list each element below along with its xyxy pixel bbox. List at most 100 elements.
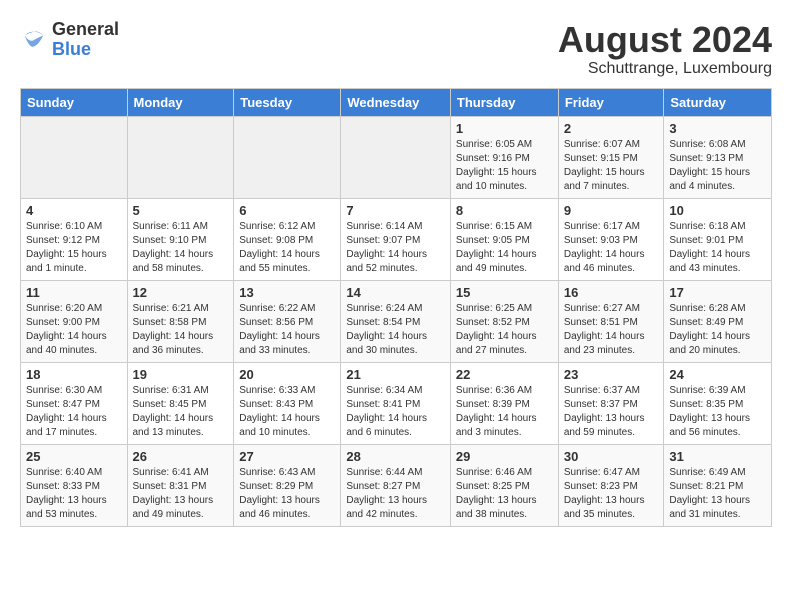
day-info: Sunrise: 6:10 AM Sunset: 9:12 PM Dayligh… <box>26 220 122 276</box>
week-row-1: 4Sunrise: 6:10 AM Sunset: 9:12 PM Daylig… <box>21 198 772 280</box>
day-info: Sunrise: 6:25 AM Sunset: 8:52 PM Dayligh… <box>456 302 553 358</box>
header-wednesday: Wednesday <box>341 88 451 116</box>
day-info: Sunrise: 6:40 AM Sunset: 8:33 PM Dayligh… <box>26 466 122 522</box>
day-number: 6 <box>239 203 335 218</box>
day-info: Sunrise: 6:17 AM Sunset: 9:03 PM Dayligh… <box>564 220 659 276</box>
day-cell: 19 Sunrise: 6:31 AM Sunset: 8:45 PM Dayli… <box>127 362 234 444</box>
day-cell: 8 Sunrise: 6:15 AM Sunset: 9:05 PM Daylig… <box>450 198 558 280</box>
day-number: 5 <box>133 203 229 218</box>
day-cell: 14 Sunrise: 6:24 AM Sunset: 8:54 PM Dayli… <box>341 280 451 362</box>
header-friday: Friday <box>558 88 664 116</box>
day-number: 16 <box>564 285 659 300</box>
day-number: 22 <box>456 367 553 382</box>
day-cell: 28 Sunrise: 6:44 AM Sunset: 8:27 PM Dayli… <box>341 444 451 526</box>
day-number: 25 <box>26 449 122 464</box>
day-number: 12 <box>133 285 229 300</box>
day-info: Sunrise: 6:47 AM Sunset: 8:23 PM Dayligh… <box>564 466 659 522</box>
day-info: Sunrise: 6:39 AM Sunset: 8:35 PM Dayligh… <box>669 384 766 440</box>
title-section: August 2024 Schuttrange, Luxembourg <box>558 20 772 78</box>
day-number: 18 <box>26 367 122 382</box>
day-info: Sunrise: 6:22 AM Sunset: 8:56 PM Dayligh… <box>239 302 335 358</box>
logo-blue: Blue <box>52 40 119 60</box>
day-number: 23 <box>564 367 659 382</box>
day-cell: 17Sunrise: 6:28 AM Sunset: 8:49 PM Dayli… <box>664 280 772 362</box>
page-header: General Blue August 2024 Schuttrange, Lu… <box>20 20 772 78</box>
day-info: Sunrise: 6:34 AM Sunset: 8:41 PM Dayligh… <box>346 384 445 440</box>
day-cell: 20Sunrise: 6:33 AM Sunset: 8:43 PM Dayli… <box>234 362 341 444</box>
header-sunday: Sunday <box>21 88 128 116</box>
day-cell: 9 Sunrise: 6:17 AM Sunset: 9:03 PM Daylig… <box>558 198 664 280</box>
day-cell <box>341 116 451 198</box>
day-cell: 7 Sunrise: 6:14 AM Sunset: 9:07 PM Daylig… <box>341 198 451 280</box>
day-cell <box>234 116 341 198</box>
day-number: 7 <box>346 203 445 218</box>
day-cell: 3 Sunrise: 6:08 AM Sunset: 9:13 PM Daylig… <box>664 116 772 198</box>
header-thursday: Thursday <box>450 88 558 116</box>
day-info: Sunrise: 6:07 AM Sunset: 9:15 PM Dayligh… <box>564 138 659 194</box>
day-info: Sunrise: 6:08 AM Sunset: 9:13 PM Dayligh… <box>669 138 766 194</box>
day-cell: 21 Sunrise: 6:34 AM Sunset: 8:41 PM Dayli… <box>341 362 451 444</box>
day-number: 21 <box>346 367 445 382</box>
day-number: 31 <box>669 449 766 464</box>
day-info: Sunrise: 6:49 AM Sunset: 8:21 PM Dayligh… <box>669 466 766 522</box>
day-number: 17 <box>669 285 766 300</box>
day-number: 15 <box>456 285 553 300</box>
day-number: 14 <box>346 285 445 300</box>
day-info: Sunrise: 6:18 AM Sunset: 9:01 PM Dayligh… <box>669 220 766 276</box>
day-number: 26 <box>133 449 229 464</box>
day-info: Sunrise: 6:27 AM Sunset: 8:51 PM Dayligh… <box>564 302 659 358</box>
day-cell: 23 Sunrise: 6:37 AM Sunset: 8:37 PM Dayli… <box>558 362 664 444</box>
calendar-table: Sunday Monday Tuesday Wednesday Thursday… <box>20 88 772 527</box>
day-number: 3 <box>669 121 766 136</box>
day-number: 10 <box>669 203 766 218</box>
day-info: Sunrise: 6:21 AM Sunset: 8:58 PM Dayligh… <box>133 302 229 358</box>
week-row-3: 18 Sunrise: 6:30 AM Sunset: 8:47 PM Dayli… <box>21 362 772 444</box>
day-number: 20 <box>239 367 335 382</box>
header-row: Sunday Monday Tuesday Wednesday Thursday… <box>21 88 772 116</box>
day-info: Sunrise: 6:44 AM Sunset: 8:27 PM Dayligh… <box>346 466 445 522</box>
day-number: 27 <box>239 449 335 464</box>
day-cell: 16 Sunrise: 6:27 AM Sunset: 8:51 PM Dayli… <box>558 280 664 362</box>
day-cell: 15 Sunrise: 6:25 AM Sunset: 8:52 PM Dayli… <box>450 280 558 362</box>
day-number: 9 <box>564 203 659 218</box>
logo: General Blue <box>20 20 119 60</box>
day-cell: 18 Sunrise: 6:30 AM Sunset: 8:47 PM Dayli… <box>21 362 128 444</box>
day-cell: 1 Sunrise: 6:05 AM Sunset: 9:16 PM Daylig… <box>450 116 558 198</box>
day-number: 1 <box>456 121 553 136</box>
day-number: 28 <box>346 449 445 464</box>
day-info: Sunrise: 6:20 AM Sunset: 9:00 PM Dayligh… <box>26 302 122 358</box>
day-number: 8 <box>456 203 553 218</box>
week-row-4: 25 Sunrise: 6:40 AM Sunset: 8:33 PM Dayli… <box>21 444 772 526</box>
day-info: Sunrise: 6:31 AM Sunset: 8:45 PM Dayligh… <box>133 384 229 440</box>
day-info: Sunrise: 6:30 AM Sunset: 8:47 PM Dayligh… <box>26 384 122 440</box>
month-title: August 2024 <box>558 20 772 60</box>
day-info: Sunrise: 6:41 AM Sunset: 8:31 PM Dayligh… <box>133 466 229 522</box>
day-cell: 11Sunrise: 6:20 AM Sunset: 9:00 PM Dayli… <box>21 280 128 362</box>
day-cell: 26 Sunrise: 6:41 AM Sunset: 8:31 PM Dayli… <box>127 444 234 526</box>
logo-text: General Blue <box>52 20 119 60</box>
day-cell: 29Sunrise: 6:46 AM Sunset: 8:25 PM Dayli… <box>450 444 558 526</box>
day-cell: 2Sunrise: 6:07 AM Sunset: 9:15 PM Daylig… <box>558 116 664 198</box>
day-cell: 10 Sunrise: 6:18 AM Sunset: 9:01 PM Dayli… <box>664 198 772 280</box>
day-info: Sunrise: 6:12 AM Sunset: 9:08 PM Dayligh… <box>239 220 335 276</box>
day-info: Sunrise: 6:15 AM Sunset: 9:05 PM Dayligh… <box>456 220 553 276</box>
day-info: Sunrise: 6:24 AM Sunset: 8:54 PM Dayligh… <box>346 302 445 358</box>
day-info: Sunrise: 6:37 AM Sunset: 8:37 PM Dayligh… <box>564 384 659 440</box>
week-row-0: 1 Sunrise: 6:05 AM Sunset: 9:16 PM Daylig… <box>21 116 772 198</box>
logo-icon <box>20 26 48 54</box>
day-info: Sunrise: 6:14 AM Sunset: 9:07 PM Dayligh… <box>346 220 445 276</box>
calendar-header: Sunday Monday Tuesday Wednesday Thursday… <box>21 88 772 116</box>
day-cell: 13 Sunrise: 6:22 AM Sunset: 8:56 PM Dayli… <box>234 280 341 362</box>
day-info: Sunrise: 6:05 AM Sunset: 9:16 PM Dayligh… <box>456 138 553 194</box>
day-number: 19 <box>133 367 229 382</box>
day-cell: 12 Sunrise: 6:21 AM Sunset: 8:58 PM Dayli… <box>127 280 234 362</box>
calendar-body: 1 Sunrise: 6:05 AM Sunset: 9:16 PM Daylig… <box>21 116 772 526</box>
day-cell <box>21 116 128 198</box>
week-row-2: 11Sunrise: 6:20 AM Sunset: 9:00 PM Dayli… <box>21 280 772 362</box>
day-number: 30 <box>564 449 659 464</box>
day-info: Sunrise: 6:43 AM Sunset: 8:29 PM Dayligh… <box>239 466 335 522</box>
day-cell: 25 Sunrise: 6:40 AM Sunset: 8:33 PM Dayli… <box>21 444 128 526</box>
day-number: 24 <box>669 367 766 382</box>
day-number: 13 <box>239 285 335 300</box>
day-number: 29 <box>456 449 553 464</box>
